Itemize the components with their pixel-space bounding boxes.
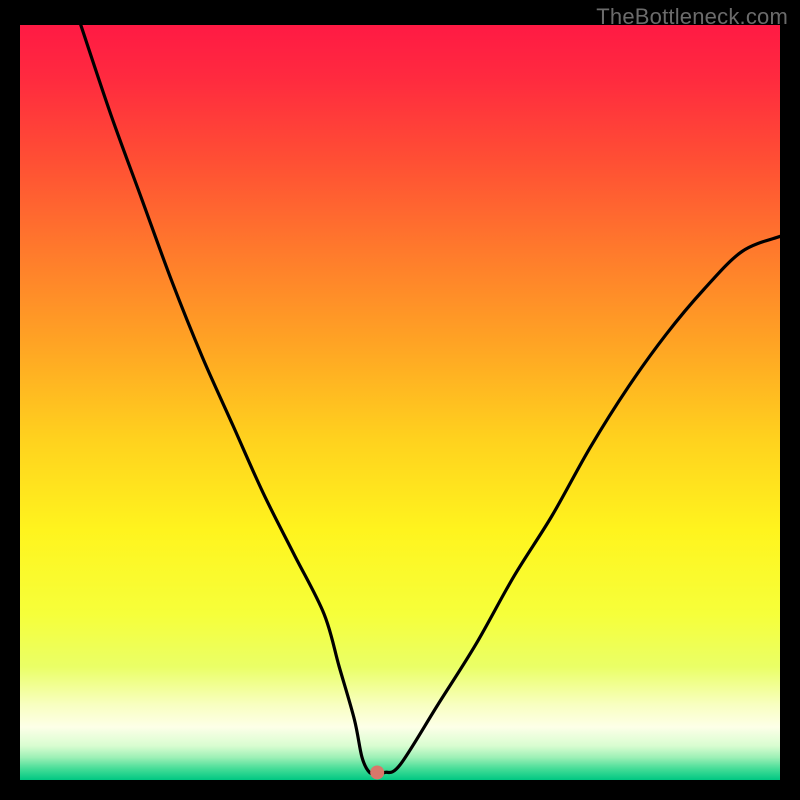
watermark-text: TheBottleneck.com <box>596 4 788 30</box>
bottleneck-chart <box>20 25 780 780</box>
chart-frame: TheBottleneck.com <box>0 0 800 800</box>
plot-area <box>20 25 780 780</box>
optimal-point-marker <box>370 765 384 779</box>
gradient-background <box>20 25 780 780</box>
